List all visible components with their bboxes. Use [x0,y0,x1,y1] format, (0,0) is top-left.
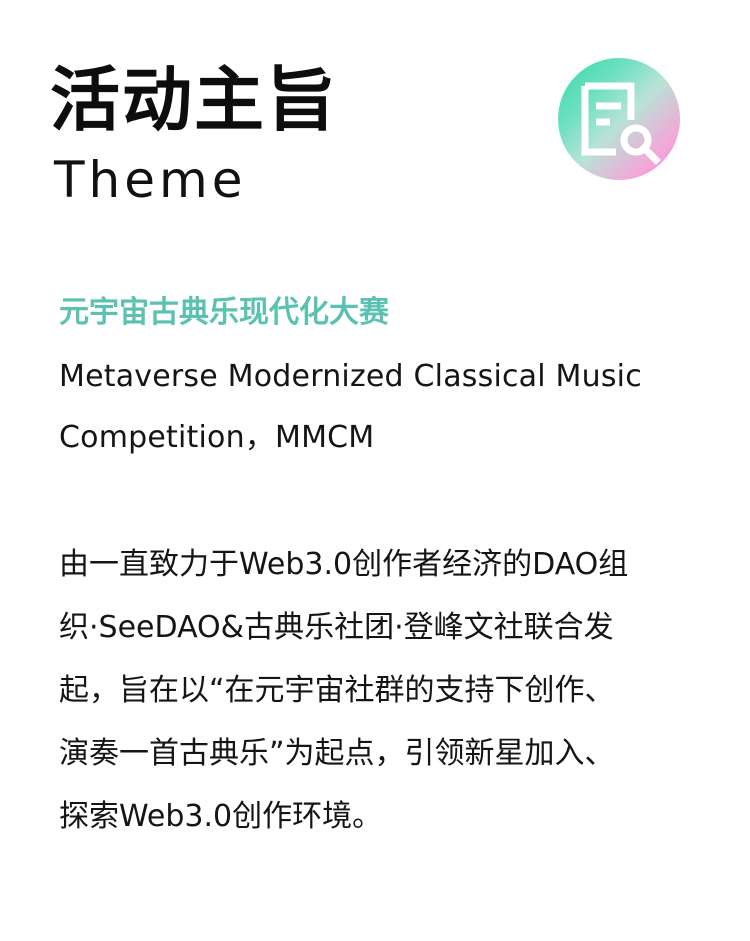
document-search-icon [581,82,661,165]
header: 活动主旨 Theme [50,58,700,218]
competition-name-english-line-1: Metaverse Modernized Classical Music [59,359,642,394]
description-paragraph: 由一直致力于Web3.0创作者经济的DAO组 织·SeeDAO&古典乐社团·登峰… [59,533,699,848]
competition-name-english-line-2: Competition，MMCM [59,420,375,455]
page-title: 活动主旨 [50,59,338,141]
page-subtitle-english: Theme [54,151,247,209]
description-line: 起，旨在以“在元宇宙社群的支持下创作、 [59,673,615,708]
description-line: 织·SeeDAO&古典乐社团·登峰文社联合发 [59,610,614,645]
competition-name-chinese: 元宇宙古典乐现代化大赛 [59,295,389,330]
logo-badge [558,58,680,180]
competition-name: 元宇宙古典乐现代化大赛 Metaverse Modernized Classic… [59,290,699,468]
description-line: 由一直致力于Web3.0创作者经济的DAO组 [59,547,629,582]
description-line: 探索Web3.0创作环境。 [59,799,383,834]
description-line: 演奏一首古典乐”为起点，引领新星加入、 [59,736,615,771]
competition-name-english: Metaverse Modernized Classical Music Com… [59,346,699,468]
